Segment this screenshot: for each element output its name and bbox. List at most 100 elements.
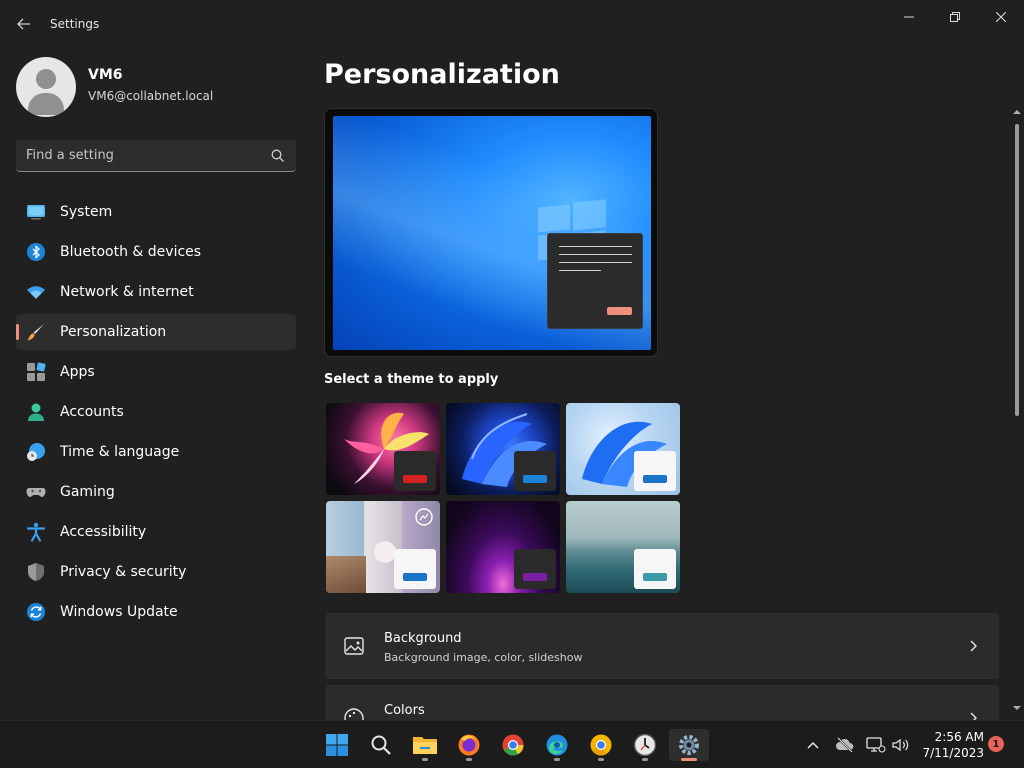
chevron-right-icon (970, 640, 977, 652)
taskbar-settings[interactable] (669, 729, 709, 761)
sidebar-item-label: Time & language (60, 444, 180, 460)
theme-grid (324, 401, 684, 593)
chrome-icon (502, 734, 524, 756)
sidebar-item-label: Accounts (60, 404, 124, 420)
close-button[interactable] (979, 4, 1023, 30)
theme-tile-glow[interactable] (326, 403, 440, 495)
apps-icon (27, 362, 46, 381)
sidebar-item-label: Windows Update (60, 604, 178, 620)
sidebar-item-system[interactable]: System (16, 194, 296, 230)
scroll-thumb[interactable] (1015, 124, 1019, 416)
image-icon (344, 637, 364, 655)
sidebar-item-label: Gaming (60, 484, 115, 500)
taskbar-chrome-canary[interactable] (581, 729, 621, 761)
sidebar-item-bluetooth[interactable]: Bluetooth & devices (16, 234, 296, 270)
shield-icon (28, 563, 44, 581)
sidebar-item-accessibility[interactable]: Accessibility (16, 514, 296, 550)
search-box[interactable] (16, 140, 296, 172)
show-hidden-icons-button[interactable] (803, 735, 823, 755)
restore-button[interactable] (933, 4, 977, 30)
taskbar: 2:56 AM 7/11/2023 (0, 720, 1024, 768)
colors-setting-card[interactable]: Colors (326, 685, 999, 720)
clock-date: 7/11/2023 (922, 746, 984, 760)
start-button[interactable] (317, 729, 357, 761)
taskbar-file-explorer[interactable] (405, 729, 445, 761)
sidebar-item-gaming[interactable]: Gaming (16, 474, 296, 510)
theme-tile-spotlight[interactable] (326, 501, 440, 593)
window-preview (547, 233, 643, 329)
card-title: Colors (384, 703, 425, 718)
windows-start-icon (326, 734, 348, 756)
arrow-left-icon (17, 18, 30, 30)
sidebar-item-label: Privacy & security (60, 564, 187, 580)
profile-email: VM6@collabnet.local (88, 89, 214, 103)
sidebar-item-label: Apps (60, 364, 95, 380)
main-scrollbar[interactable] (1010, 108, 1024, 720)
scroll-up-icon[interactable] (1013, 108, 1021, 116)
sidebar-item-apps[interactable]: Apps (16, 354, 296, 390)
sidebar-item-label: System (60, 204, 113, 220)
bluetooth-icon (27, 243, 45, 261)
nav-list: System Bluetooth & devices Network & int… (16, 194, 296, 634)
clock-app-icon (633, 733, 657, 757)
accessibility-icon (26, 522, 46, 542)
chrome-canary-icon (590, 734, 612, 756)
edge-icon (546, 734, 568, 756)
search-icon[interactable] (270, 148, 286, 164)
network-status[interactable] (866, 735, 886, 755)
globe-clock-icon (27, 443, 45, 461)
back-button[interactable] (12, 12, 36, 36)
file-explorer-icon (413, 737, 437, 754)
profile-name: VM6 (88, 67, 123, 83)
sidebar-item-personalization[interactable]: Personalization (16, 314, 296, 350)
taskbar-search-button[interactable] (361, 729, 401, 761)
sidebar-item-privacy[interactable]: Privacy & security (16, 554, 296, 590)
taskbar-clock[interactable]: 2:56 AM 7/11/2023 (918, 729, 984, 761)
wallpaper-preview (333, 116, 651, 350)
settings-icon (679, 735, 699, 755)
sidebar-item-time-language[interactable]: Time & language (16, 434, 296, 470)
accent-color-preview (607, 307, 632, 315)
notification-badge[interactable]: 1 (988, 736, 1004, 752)
theme-tile-sunrise-lake[interactable] (566, 501, 680, 593)
taskbar-clock-app[interactable] (625, 729, 665, 761)
cloud-offline-icon (836, 737, 854, 753)
taskbar-edge[interactable] (537, 729, 577, 761)
sidebar-item-label: Accessibility (60, 524, 147, 540)
theme-tile-windows-dark[interactable] (446, 403, 560, 495)
main-content: Personalization Select a theme to apply (310, 48, 1024, 720)
background-setting-card[interactable]: Background Background image, color, slid… (326, 613, 999, 679)
sidebar: VM6 VM6@collabnet.local System Bluetooth… (0, 48, 310, 720)
theme-tile-glow-purple[interactable] (446, 501, 560, 593)
search-input[interactable] (26, 140, 266, 171)
search-icon (371, 735, 391, 755)
palette-icon (344, 708, 364, 720)
theme-tile-windows-light[interactable] (566, 403, 680, 495)
sidebar-item-windows-update[interactable]: Windows Update (16, 594, 296, 630)
chevron-right-icon (970, 712, 977, 720)
volume-control[interactable] (890, 735, 910, 755)
window-title: Settings (50, 17, 100, 31)
scroll-down-icon[interactable] (1013, 704, 1021, 712)
onedrive-status[interactable] (835, 735, 855, 755)
taskbar-firefox[interactable] (449, 729, 489, 761)
maximize-icon (950, 12, 960, 22)
user-profile[interactable]: VM6 VM6@collabnet.local (16, 57, 296, 117)
card-title: Background (384, 631, 462, 646)
minimize-button[interactable] (887, 4, 931, 30)
sidebar-item-network[interactable]: Network & internet (16, 274, 296, 310)
volume-icon (892, 738, 909, 752)
wifi-icon (27, 286, 45, 299)
network-icon (866, 737, 886, 753)
sidebar-item-label: Bluetooth & devices (60, 244, 202, 260)
system-icon (27, 205, 45, 220)
accounts-icon (28, 403, 44, 421)
update-icon (27, 603, 45, 621)
title-bar: Settings (0, 0, 1024, 48)
avatar (16, 57, 76, 117)
firefox-icon (458, 734, 480, 756)
taskbar-chrome[interactable] (493, 729, 533, 761)
sidebar-item-accounts[interactable]: Accounts (16, 394, 296, 430)
themes-label: Select a theme to apply (324, 372, 499, 387)
close-icon (996, 12, 1006, 22)
